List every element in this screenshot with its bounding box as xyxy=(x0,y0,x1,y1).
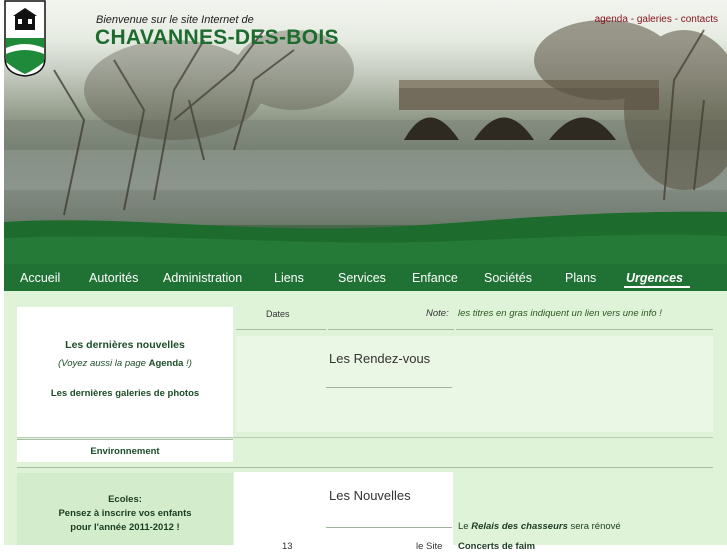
nav-item-autorites[interactable]: Autorités xyxy=(89,271,138,285)
partial-site-text: le Site xyxy=(416,541,443,552)
see-also-suffix: !) xyxy=(183,358,192,369)
header-banner: Bienvenue sur le site Internet de CHAVAN… xyxy=(4,0,727,264)
coat-of-arms-logo xyxy=(4,0,46,77)
nav-item-plans[interactable]: Plans xyxy=(565,271,596,285)
nav-item-societes[interactable]: Sociétés xyxy=(484,271,532,285)
ecoles-line-2: pour l'année 2011-2012 ! xyxy=(70,522,180,533)
nouvelles-panel xyxy=(234,472,453,545)
news-item-prefix: Le xyxy=(458,521,472,532)
environment-bar: Environnement xyxy=(17,439,233,462)
nav-item-administration[interactable]: Administration xyxy=(163,271,242,285)
main-nav: Accueil Autorités Administration Liens S… xyxy=(4,264,727,291)
header-underline xyxy=(456,329,713,330)
nav-item-liens[interactable]: Liens xyxy=(274,271,304,285)
nav-item-services[interactable]: Services xyxy=(338,271,386,285)
nouvelles-title: Les Nouvelles xyxy=(329,488,411,503)
partial-news-text[interactable]: Concerts de faim xyxy=(458,541,535,552)
news-sidebar-panel: Les dernières nouvelles (Voyez aussi la … xyxy=(17,307,233,437)
latest-news-link[interactable]: Les dernières nouvelles xyxy=(17,339,233,351)
note-label: Note: xyxy=(426,308,449,319)
nouvelles-underline xyxy=(326,527,452,528)
top-link-galeries[interactable]: galeries xyxy=(637,14,672,25)
ecoles-title: Ecoles: xyxy=(108,494,142,505)
ecoles-panel: Ecoles: Pensez à inscrire vos enfants po… xyxy=(17,473,233,545)
divider xyxy=(17,437,713,438)
header-underline xyxy=(328,329,454,330)
environment-link[interactable]: Environnement xyxy=(17,446,233,457)
rendez-vous-title: Les Rendez-vous xyxy=(329,351,431,366)
divider xyxy=(17,467,713,468)
link-separator: - xyxy=(627,14,637,25)
partial-date-text: 13 xyxy=(282,541,293,552)
link-separator: - xyxy=(671,14,681,25)
dates-column-header: Dates xyxy=(266,309,290,319)
news-item[interactable]: Le Relais des chasseurs sera rénové xyxy=(458,521,621,532)
active-underline xyxy=(624,286,690,288)
site-name: CHAVANNES-DES-BOIS xyxy=(95,26,339,49)
agenda-link[interactable]: Agenda xyxy=(149,358,184,369)
rendez-vous-underline xyxy=(326,387,452,388)
top-links: agenda - galeries - contacts xyxy=(595,14,718,25)
rendez-vous-panel xyxy=(236,336,713,432)
top-link-agenda[interactable]: agenda xyxy=(595,14,628,25)
nav-item-enfance[interactable]: Enfance xyxy=(412,271,458,285)
news-item-suffix: sera rénové xyxy=(567,521,621,532)
news-item-name: Relais des chasseurs xyxy=(471,521,568,532)
welcome-text: Bienvenue sur le site Internet de xyxy=(96,14,254,26)
note-text: les titres en gras indiquent un lien ver… xyxy=(458,308,662,319)
header-underline xyxy=(236,329,326,330)
see-also-prefix: (Voyez aussi la page xyxy=(58,358,149,369)
top-link-contacts[interactable]: contacts xyxy=(681,14,718,25)
nav-item-accueil[interactable]: Accueil xyxy=(20,271,60,285)
see-also-text: (Voyez aussi la page Agenda !) xyxy=(17,358,233,369)
latest-galleries-link[interactable]: Les dernières galeries de photos xyxy=(17,388,233,399)
nav-item-urgences[interactable]: Urgences xyxy=(626,271,683,285)
content-area: Les dernières nouvelles (Voyez aussi la … xyxy=(4,291,727,552)
ecoles-line-1: Pensez à inscrire vos enfants xyxy=(58,508,192,519)
